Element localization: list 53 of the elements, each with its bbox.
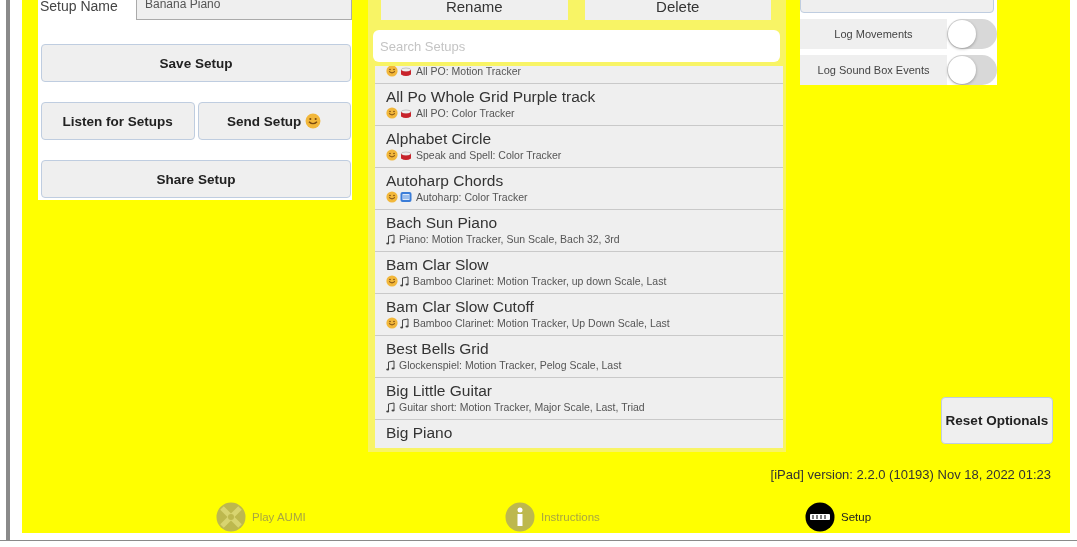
option-label: Log Sound Box Events: [800, 55, 947, 85]
toggle-switch[interactable]: [947, 55, 997, 85]
smiley-icon: [386, 317, 398, 329]
music-note-icon: [386, 359, 395, 371]
tab-bar-item[interactable]: Setup: [805, 502, 1070, 532]
smiley-icon: [386, 149, 398, 161]
drum-icon: [400, 107, 412, 119]
setup-title: Big Little Guitar: [386, 381, 493, 400]
setup-title: Autoharp Chords: [386, 171, 505, 190]
smiley-icon: [386, 66, 398, 77]
setup-description: Autoharp: Color Tracker: [416, 191, 528, 203]
setup-list-item[interactable]: All PO: Motion Tracker: [375, 66, 783, 84]
setup-description: Guitar short: Motion Tracker, Major Scale, Last, Triad: [399, 401, 645, 413]
setup-description: All PO: Color Tracker: [416, 107, 515, 119]
info-icon: [505, 502, 535, 532]
setup-title: All Po Whole Grid Purple track: [386, 87, 597, 106]
setup-title: Alphabet Circle: [386, 129, 493, 148]
setup-button[interactable]: Save Setup: [41, 44, 351, 82]
music-note-icon: [386, 401, 395, 413]
setup-title: Bam Clar Slow: [386, 255, 490, 274]
action-button[interactable]: Rename: [381, 0, 568, 20]
logo-icon: [805, 502, 835, 532]
search-field[interactable]: Search Setups: [373, 30, 780, 62]
smiley-icon: [386, 275, 398, 287]
setup-title: Bach Sun Piano: [386, 213, 499, 232]
reset-button[interactable]: Reset Optionals: [941, 397, 1053, 444]
drum-icon: [400, 66, 412, 77]
music-note-icon: [400, 317, 409, 329]
setup-title: Bam Clar Slow Cutoff: [386, 297, 535, 316]
setup-description: Speak and Spell: Color Tracker: [416, 149, 562, 161]
music-note-icon: [386, 233, 395, 245]
setup-title: Big Piano: [386, 423, 454, 442]
setup-button[interactable]: Send Setup: [197, 102, 351, 140]
setup-description: All PO: Motion Tracker: [416, 66, 522, 77]
action-button[interactable]: Delete: [584, 0, 771, 20]
smiley-icon: [386, 107, 398, 119]
field-label: Setup Name: [39, 0, 119, 16]
disc-icon: [216, 502, 246, 532]
setup-button[interactable]: Listen for Setups: [41, 102, 195, 140]
version-text: [iPad] version: 2.2.0 (10193) Nov 18, 2022 01:23: [769, 467, 1052, 483]
setup-description: Glockenspiel: Motion Tracker, Pelog Scale, Last: [399, 359, 622, 371]
option-label: Log Movements: [800, 19, 947, 49]
setup-button[interactable]: Share Setup: [41, 160, 351, 198]
setup-description: Piano: Motion Tracker, Sun Scale, Bach 32, 3rd: [399, 233, 620, 245]
smiley-icon: [305, 113, 322, 129]
drum-icon: [400, 149, 412, 161]
setup-description: Bamboo Clarinet: Motion Tracker, Up Down Scale, Last: [413, 317, 670, 329]
music-note-icon: [400, 275, 409, 287]
setup-description: Bamboo Clarinet: Motion Tracker, up down Scale, Last: [413, 275, 667, 287]
smiley-icon: [386, 191, 398, 203]
setup-name-field[interactable]: Banana Piano: [136, 0, 352, 20]
setup-title: Best Bells Grid: [386, 339, 490, 358]
toggle-switch[interactable]: [947, 19, 997, 49]
